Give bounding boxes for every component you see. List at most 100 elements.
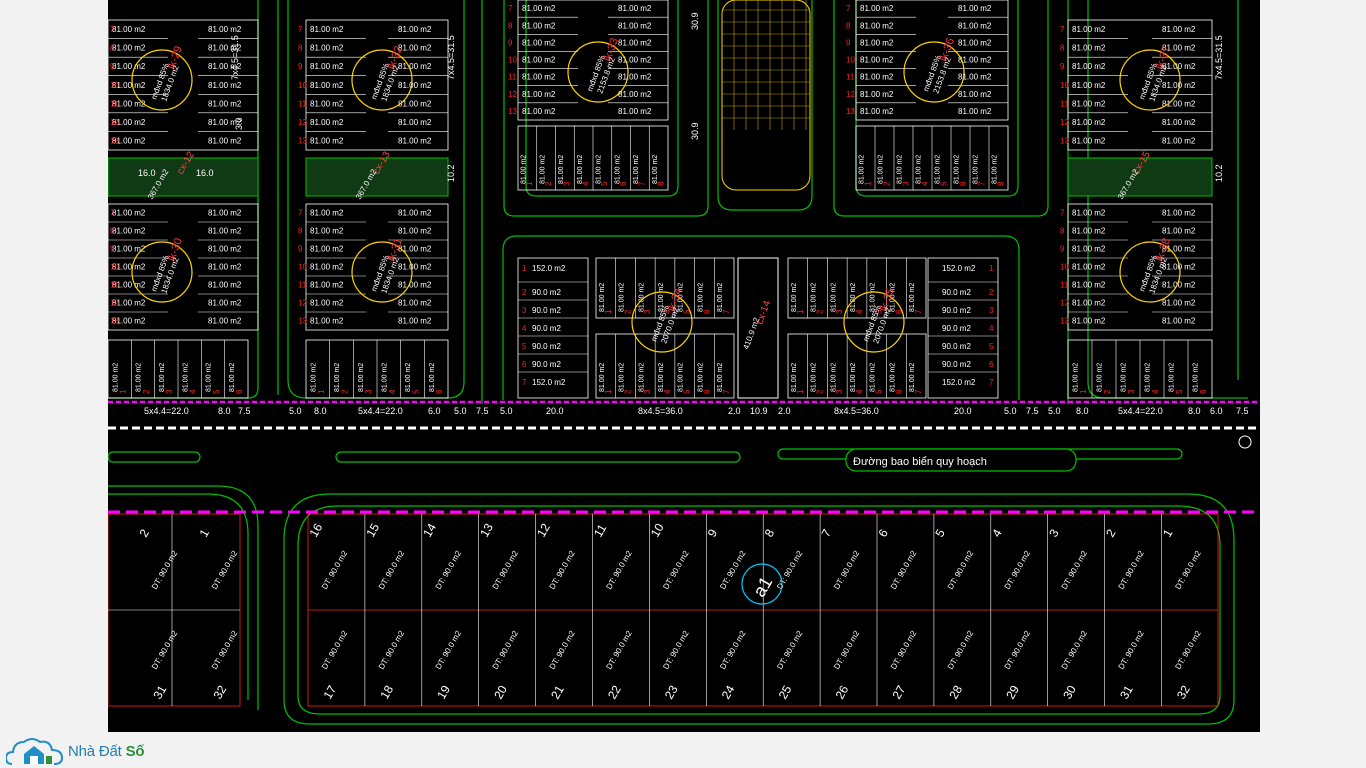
lot-number: 13 bbox=[110, 317, 119, 326]
lot-number: 2 bbox=[989, 288, 994, 297]
lower-lot-area: DT: 90.0 m2 bbox=[1060, 629, 1090, 671]
lot-area-label: 81.00 m2 bbox=[1072, 137, 1106, 146]
lower-lot-area: DT: 90.0 m2 bbox=[320, 629, 350, 671]
lot-number: 6 bbox=[702, 309, 711, 314]
lot-row: 81.00 m2181.00 m2281.00 m2381.00 m2481.0… bbox=[108, 339, 249, 399]
lot-area-label: 81.00 m2 bbox=[909, 363, 916, 392]
lower-lot-area: DT: 90.0 m2 bbox=[718, 629, 748, 671]
lot-number: 8 bbox=[110, 44, 115, 53]
lot-number: 2 bbox=[1103, 389, 1112, 394]
lot-area-label: 81.00 m2 bbox=[1162, 25, 1196, 34]
lot-area-label: 81.00 m2 bbox=[935, 155, 942, 184]
lot-area-label: 81.00 m2 bbox=[112, 62, 146, 71]
lot-number: 8 bbox=[656, 181, 665, 186]
lot-number: 7 bbox=[638, 181, 647, 186]
lot-area-label: 81.00 m2 bbox=[1162, 118, 1196, 127]
lot-area-label: 81.00 m2 bbox=[618, 21, 652, 30]
lower-lot-number: 24 bbox=[719, 683, 738, 702]
lower-lot-area: DT: 90.0 m2 bbox=[1060, 549, 1090, 591]
lot-block: 81.00 m2 81.00 m2 7 81.00 m2 81.00 m2 8 81.00 … bbox=[1060, 203, 1213, 331]
lower-lot-area: DT: 90.0 m2 bbox=[1003, 549, 1033, 591]
lot-area-label: 81.00 m2 bbox=[208, 99, 242, 108]
lot-area-label: 81.00 m2 bbox=[909, 283, 916, 312]
lower-lot-number: 27 bbox=[889, 683, 908, 702]
lot-number: 11 bbox=[846, 73, 855, 82]
cad-map-viewer[interactable]: 81.00 m2 81.00 m2 7 81.00 m2 81.00 m2 8 81.00 … bbox=[108, 0, 1260, 732]
lot-area-label: 81.00 m2 bbox=[208, 281, 242, 290]
lot-number: 10 bbox=[110, 81, 119, 90]
marker-a1-label: a1 bbox=[749, 573, 776, 600]
lot-number: 4 bbox=[663, 389, 672, 394]
lower-lot-number: 7 bbox=[819, 526, 835, 539]
dim-label: 20.0 bbox=[546, 406, 564, 416]
lot-area-label: 81.00 m2 bbox=[310, 99, 344, 108]
lot-area-label: 81.00 m2 bbox=[334, 363, 341, 392]
lot-area-label: 81.00 m2 bbox=[208, 263, 242, 272]
lot-number: 6 bbox=[702, 389, 711, 394]
lot-number: 1 bbox=[525, 181, 534, 186]
lot-number: 5 bbox=[683, 389, 692, 394]
lot-area-label: 81.00 m2 bbox=[310, 81, 344, 90]
lot-number: 5 bbox=[875, 389, 884, 394]
road-label: Đường bao biển quy hoạch bbox=[853, 456, 987, 468]
lot-number: 6 bbox=[958, 181, 967, 186]
lot-number: 4 bbox=[855, 309, 864, 314]
lot-number: 2 bbox=[882, 181, 891, 186]
lot-area-label: 81.00 m2 bbox=[860, 56, 894, 65]
dim-label-vertical: 7x4.5=31.5 bbox=[1214, 35, 1224, 80]
lot-area-label: 81.00 m2 bbox=[1162, 281, 1196, 290]
lot-row: 81.00 m2181.00 m2281.00 m2381.00 m2481.0… bbox=[305, 339, 449, 399]
lot-area-label: 90.0 m2 bbox=[532, 306, 561, 315]
lot-number: 11 bbox=[298, 99, 307, 108]
lot-area-label: 81.00 m2 bbox=[208, 25, 242, 34]
lower-lot-area: DT: 90.0 m2 bbox=[150, 629, 180, 671]
lot-area-label: 81.00 m2 bbox=[112, 209, 146, 218]
lower-lot-number: 8 bbox=[762, 526, 778, 539]
lot-area-label: 81.00 m2 bbox=[1072, 99, 1106, 108]
lot-number: 11 bbox=[110, 281, 119, 290]
site-logo[interactable]: Nhà Đất Số bbox=[6, 734, 145, 768]
logo-brand-suffix: Số bbox=[125, 742, 145, 760]
lot-area-label: 90.0 m2 bbox=[942, 324, 971, 333]
lower-lot-area: DT: 90.0 m2 bbox=[889, 549, 919, 591]
dim-label-vertical: 16.0 bbox=[196, 168, 214, 178]
lot-area-label: 81.00 m2 bbox=[398, 137, 432, 146]
lower-lot-number: 22 bbox=[605, 683, 624, 702]
lower-lot-number: 9 bbox=[705, 526, 721, 539]
lot-number: 3 bbox=[643, 389, 652, 394]
block-label-lk-36: lk-36mđxd 85%2153.8 m2 bbox=[903, 37, 965, 103]
lot-area-label: 81.00 m2 bbox=[310, 299, 344, 308]
lower-lot-number: 15 bbox=[363, 521, 382, 540]
lot-number: 4 bbox=[989, 324, 994, 333]
lot-number: 9 bbox=[846, 38, 851, 47]
lot-area-label: 152.0 m2 bbox=[942, 378, 976, 387]
lot-block: 81.00 m2 81.00 m2 7 81.00 m2 81.00 m2 8 81.00 … bbox=[1060, 19, 1213, 151]
lower-lot-number: 2 bbox=[1103, 526, 1119, 539]
dim-label: 5.0 bbox=[454, 406, 467, 416]
lot-area-label: 81.00 m2 bbox=[1162, 209, 1196, 218]
dim-label: 8.0 bbox=[1076, 406, 1089, 416]
lower-lot-area: DT: 90.0 m2 bbox=[1003, 629, 1033, 671]
lower-lot-number: 17 bbox=[320, 683, 339, 702]
lower-lot-number: 12 bbox=[534, 521, 553, 540]
lower-lot-number: 23 bbox=[662, 683, 681, 702]
lot-area-label: 81.00 m2 bbox=[539, 155, 546, 184]
lot-area-label: 81.00 m2 bbox=[1162, 137, 1196, 146]
lot-area-label: 81.00 m2 bbox=[717, 283, 724, 312]
lot-area-label: 81.00 m2 bbox=[1169, 363, 1176, 392]
lot-number: 8 bbox=[110, 227, 115, 236]
lot-area-label: 81.00 m2 bbox=[850, 363, 857, 392]
lot-number: 10 bbox=[846, 56, 855, 65]
lot-area-label: 81.00 m2 bbox=[860, 107, 894, 116]
lot-block: 81.00 m2 81.00 m2 7 81.00 m2 81.00 m2 8 81.00 … bbox=[508, 0, 669, 121]
lot-area-label: 81.00 m2 bbox=[522, 90, 556, 99]
coastal-road: Đường bao biển quy hoạch bbox=[108, 448, 1260, 725]
lot-number: 8 bbox=[846, 21, 851, 30]
dim-label: 7.5 bbox=[238, 406, 251, 416]
lot-number: 13 bbox=[298, 317, 307, 326]
lot-number: 7 bbox=[1060, 25, 1065, 34]
lot-block: 81.00 m2 81.00 m2 7 81.00 m2 81.00 m2 8 81.00 … bbox=[298, 203, 449, 331]
lot-number: 2 bbox=[522, 288, 527, 297]
lot-area-label: 81.00 m2 bbox=[398, 245, 432, 254]
lot-number: 13 bbox=[1060, 317, 1069, 326]
